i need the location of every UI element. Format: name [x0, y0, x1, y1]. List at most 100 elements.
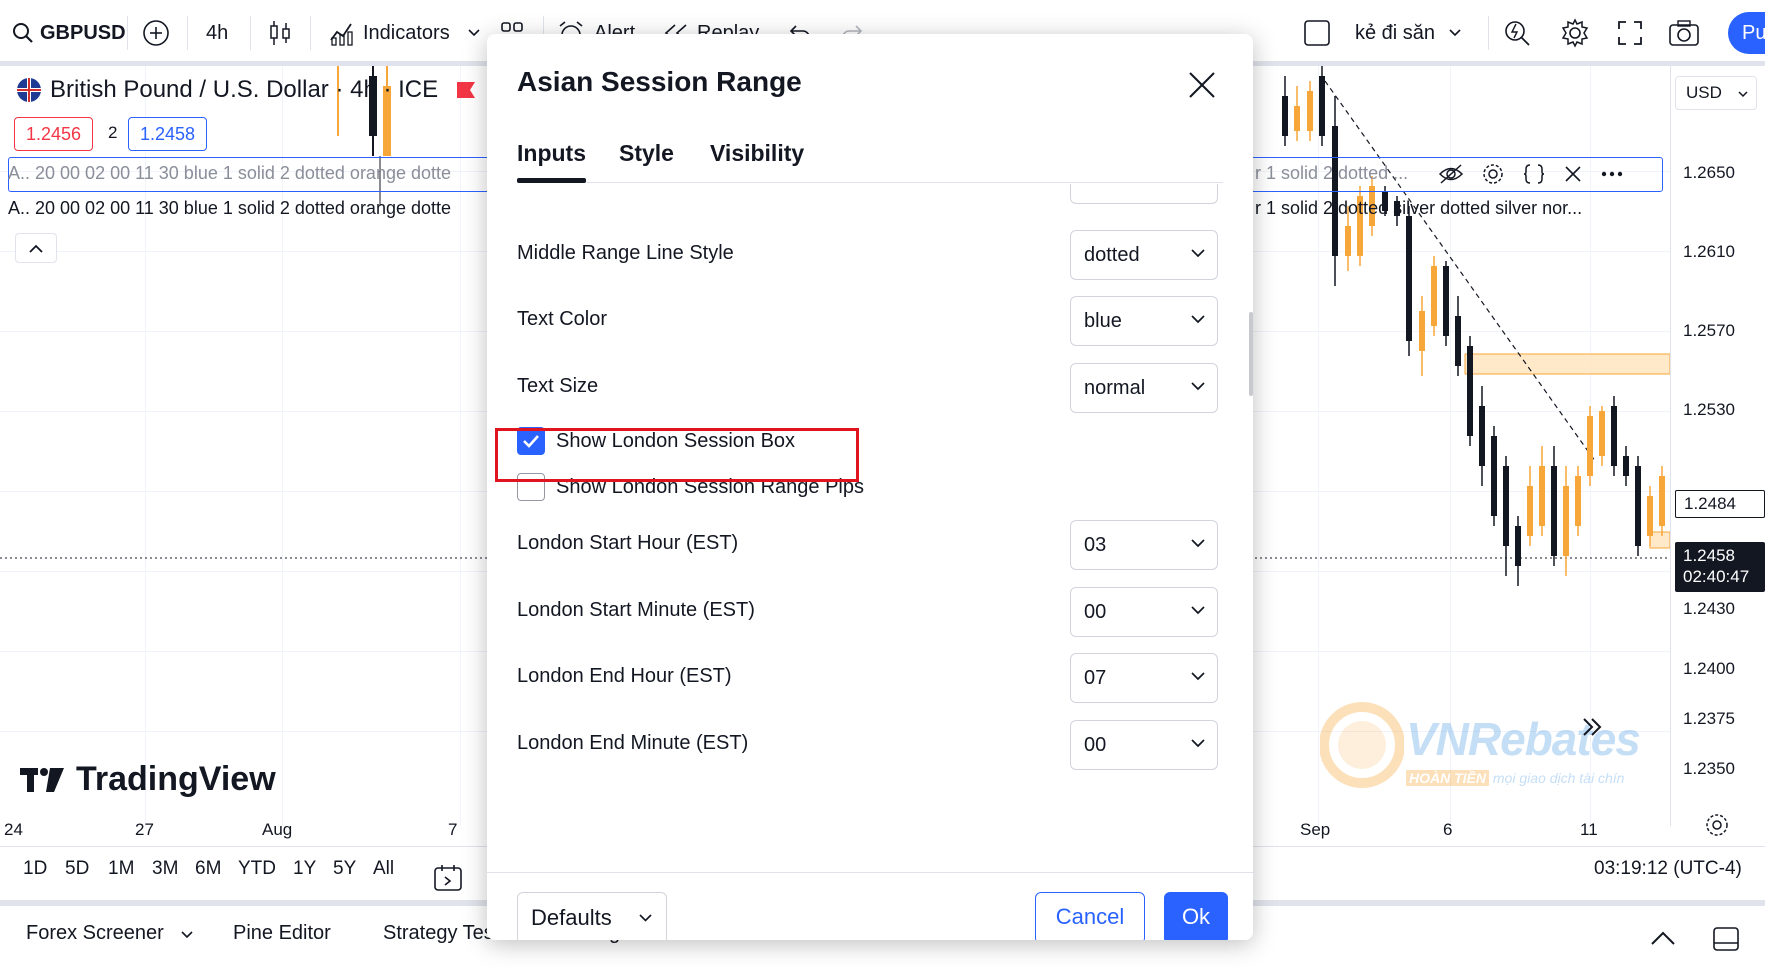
range-1d[interactable]: 1D — [23, 858, 47, 880]
middle-line-style-select[interactable]: dotted — [1070, 230, 1218, 280]
price-axis-label: 1.2375 — [1683, 709, 1735, 728]
current-price-tag: 1.2458 02:40:47 — [1675, 542, 1765, 592]
close-dialog-button[interactable] — [1187, 70, 1221, 104]
source-code-icon[interactable] — [1522, 163, 1546, 185]
goto-date-button[interactable] — [433, 864, 463, 897]
fullscreen-icon — [1618, 21, 1642, 45]
more-icon[interactable] — [1600, 170, 1624, 178]
quick-search-button[interactable] — [1503, 14, 1531, 52]
defaults-button[interactable]: Defaults — [517, 892, 667, 940]
london-start-hour-select[interactable]: 03 — [1070, 520, 1218, 570]
range-5d[interactable]: 5D — [65, 858, 89, 880]
chevron-down-icon — [1191, 739, 1205, 748]
text-color-select[interactable]: blue — [1070, 296, 1218, 346]
indicator-legend-text: r 1 solid 2 dotted silver dotted silver … — [1255, 198, 1583, 218]
toolbar-divider — [1488, 16, 1489, 50]
gear-icon[interactable] — [1482, 163, 1504, 185]
chevron-down-icon — [1191, 315, 1205, 324]
compare-button[interactable] — [142, 14, 170, 52]
watermark-subtitle-tag: HOÀN TIỀN — [1406, 770, 1489, 786]
collapse-legend-button[interactable] — [15, 233, 57, 263]
layout-button[interactable] — [1303, 14, 1331, 52]
range-5y[interactable]: 5Y — [333, 858, 356, 880]
annotation-highlight-box — [495, 428, 859, 482]
bar-countdown: 02:40:47 — [1683, 567, 1750, 586]
london-end-hour-value: 07 — [1084, 667, 1107, 689]
time-axis-label: Aug — [262, 820, 293, 839]
indicators-label: Indicators — [363, 21, 450, 44]
london-end-minute-select[interactable]: 00 — [1070, 720, 1218, 770]
ask-price-box[interactable]: 1.2458 — [128, 117, 208, 151]
range-6m[interactable]: 6M — [195, 858, 221, 880]
axis-settings-button[interactable] — [1704, 812, 1730, 843]
trend-line — [1324, 80, 1596, 462]
symbol-label: GBPUSD — [40, 21, 126, 44]
chevron-up-icon — [29, 244, 43, 253]
inputs-panel[interactable]: Middle Range Line Style dotted Text Colo… — [487, 184, 1253, 872]
chevron-down-icon — [181, 931, 193, 939]
expand-panel-button[interactable] — [1650, 930, 1676, 951]
tab-forex-screener-label: Forex Screener — [26, 922, 164, 944]
quick-search-icon — [1505, 21, 1530, 46]
camera-icon — [1669, 20, 1699, 46]
tab-forex-screener[interactable]: Forex Screener — [26, 922, 193, 945]
chart-type-button[interactable] — [268, 14, 292, 52]
range-1m[interactable]: 1M — [108, 858, 134, 880]
chevron-down-icon — [1449, 29, 1461, 37]
ok-button[interactable]: Ok — [1164, 892, 1228, 940]
tab-visibility[interactable]: Visibility — [710, 140, 804, 167]
publish-button[interactable]: Pu — [1728, 12, 1765, 54]
text-size-label: Text Size — [517, 375, 599, 397]
price-axis-label: 1.2570 — [1683, 321, 1735, 340]
inputs-scrollbar[interactable] — [1249, 312, 1253, 396]
previous-select[interactable] — [1070, 184, 1218, 204]
currency-select[interactable]: USD — [1675, 76, 1757, 110]
price-axis-label: 1.2610 — [1683, 242, 1735, 261]
tab-divider — [517, 182, 1223, 183]
price-axis-label: 1.2400 — [1683, 659, 1735, 678]
clock-timezone[interactable]: 03:19:12 (UTC-4) — [1594, 858, 1742, 880]
time-axis-label: 6 — [1443, 820, 1453, 839]
fullscreen-button[interactable] — [1617, 14, 1643, 52]
range-1y[interactable]: 1Y — [293, 858, 316, 880]
text-size-value: normal — [1084, 377, 1146, 399]
dialog-title: Asian Session Range — [517, 66, 802, 97]
eye-off-icon[interactable] — [1438, 163, 1464, 185]
toolbar-divider — [127, 16, 128, 50]
maximize-panel-button[interactable] — [1712, 926, 1740, 957]
price-axis-label: 1.2650 — [1683, 163, 1735, 182]
layout-name-button[interactable]: kẻ đi săn — [1355, 14, 1461, 52]
bid-price-box[interactable]: 1.2456 — [14, 117, 94, 151]
scroll-to-latest-button[interactable] — [1580, 716, 1620, 756]
range-3m[interactable]: 3M — [152, 858, 178, 880]
cancel-button[interactable]: Cancel — [1035, 892, 1145, 940]
tab-inputs[interactable]: Inputs — [517, 140, 586, 167]
range-ytd[interactable]: YTD — [238, 858, 276, 880]
double-chevron-right-icon — [1583, 718, 1602, 736]
range-all[interactable]: All — [373, 858, 394, 880]
symbol-title[interactable]: British Pound / U.S. Dollar · 4h · ICE — [16, 76, 476, 104]
indicators-button[interactable]: Indicators — [329, 14, 480, 52]
active-tab-indicator — [517, 178, 586, 183]
candles-right — [1282, 66, 1665, 586]
search-icon — [13, 23, 33, 43]
time-axis-label: 11 — [1580, 820, 1598, 839]
london-end-hour-select[interactable]: 07 — [1070, 653, 1218, 703]
last-price-tag: 1.2484 — [1675, 490, 1765, 518]
indicator-legend-text: A.. 20 00 02 00 11 30 blue 1 solid 2 dot… — [8, 163, 452, 183]
market-status-flag-icon — [457, 82, 476, 98]
watermark-subtitle: HOÀN TIỀN mọi giao dịch tài chín — [1406, 770, 1624, 786]
tradingview-logo-icon — [20, 767, 64, 792]
london-start-minute-select[interactable]: 00 — [1070, 587, 1218, 637]
symbol-search-button[interactable]: GBPUSD — [12, 14, 126, 52]
spread-value: 2 — [108, 123, 118, 142]
price-axis-label: 1.2430 — [1683, 599, 1735, 618]
interval-button[interactable]: 4h — [206, 14, 228, 52]
tab-pine-editor[interactable]: Pine Editor — [233, 922, 331, 945]
close-icon[interactable] — [1564, 165, 1582, 183]
settings-button[interactable] — [1560, 14, 1590, 52]
text-color-value: blue — [1084, 310, 1122, 332]
tab-style[interactable]: Style — [619, 140, 674, 167]
text-size-select[interactable]: normal — [1070, 363, 1218, 413]
snapshot-button[interactable] — [1668, 14, 1700, 52]
